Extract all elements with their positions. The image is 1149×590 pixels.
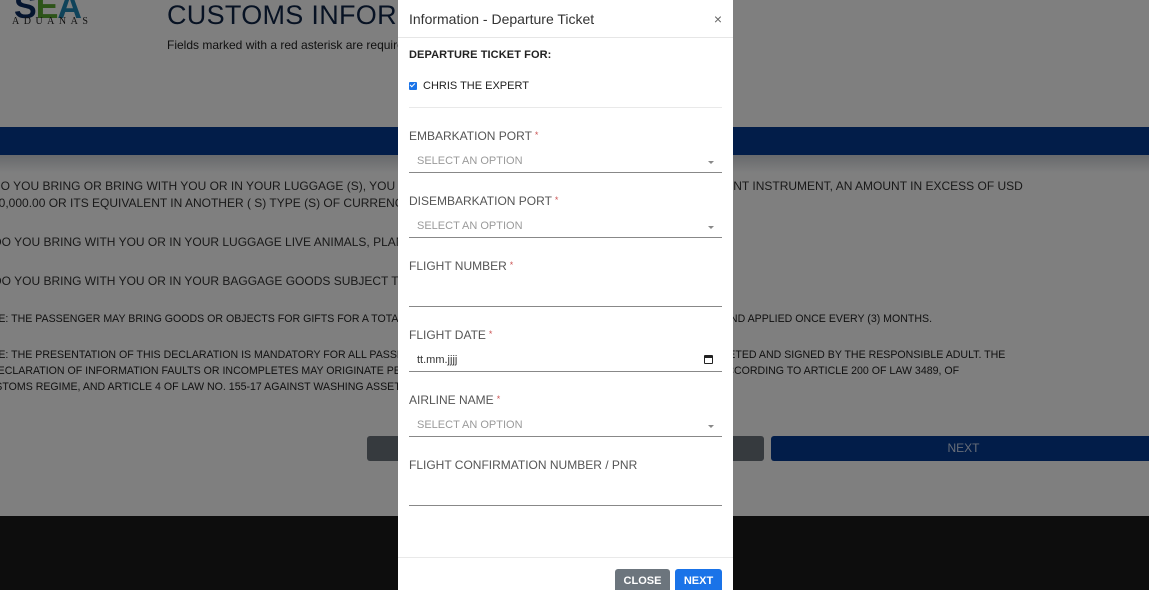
pnr-label: FLIGHT CONFIRMATION NUMBER / PNR <box>409 458 638 472</box>
disembarkation-port-label: DISEMBARKATION PORT <box>409 194 552 208</box>
close-button[interactable]: CLOSE <box>615 569 670 590</box>
embarkation-port-select[interactable]: SELECT AN OPTION <box>409 151 722 173</box>
flight-date-label: FLIGHT DATE <box>409 328 486 342</box>
required-asterisk: * <box>554 195 559 205</box>
required-asterisk: * <box>509 260 514 270</box>
flight-number-label: FLIGHT NUMBER <box>409 259 507 273</box>
divider <box>409 107 722 108</box>
flight-number-input[interactable] <box>409 281 722 307</box>
flight-date-field: FLIGHT DATE * tt.mm.jjjj <box>409 328 722 372</box>
flight-number-field: FLIGHT NUMBER * <box>409 259 722 307</box>
departure-ticket-modal: Information - Departure Ticket × DEPARTU… <box>398 0 733 590</box>
flight-date-input[interactable]: tt.mm.jjjj <box>409 350 722 372</box>
disembarkation-port-select[interactable]: SELECT AN OPTION <box>409 216 722 238</box>
chevron-down-icon <box>708 161 714 164</box>
section-title: DEPARTURE TICKET FOR: <box>409 49 552 61</box>
airline-name-field: AIRLINE NAME * SELECT AN OPTION <box>409 393 722 437</box>
pnr-input[interactable] <box>409 480 722 506</box>
embarkation-port-label: EMBARKATION PORT <box>409 129 532 143</box>
required-asterisk: * <box>496 394 501 404</box>
modal-title: Information - Departure Ticket <box>409 10 595 27</box>
required-asterisk: * <box>488 329 493 339</box>
passenger-checkbox[interactable] <box>409 82 417 90</box>
modal-header: Information - Departure Ticket × <box>398 0 733 38</box>
passenger-checkbox-row[interactable]: CHRIS THE EXPERT <box>409 80 722 92</box>
disembarkation-port-field: DISEMBARKATION PORT * SELECT AN OPTION <box>409 194 722 238</box>
pnr-field: FLIGHT CONFIRMATION NUMBER / PNR <box>409 458 722 506</box>
passenger-name: CHRIS THE EXPERT <box>423 80 529 92</box>
close-icon[interactable]: × <box>714 11 722 27</box>
airline-name-select[interactable]: SELECT AN OPTION <box>409 415 722 437</box>
chevron-down-icon <box>708 425 714 428</box>
embarkation-port-field: EMBARKATION PORT * SELECT AN OPTION <box>409 129 722 173</box>
calendar-icon[interactable] <box>704 355 713 364</box>
required-asterisk: * <box>534 130 539 140</box>
next-button[interactable]: NEXT <box>675 569 722 590</box>
chevron-down-icon <box>708 226 714 229</box>
airline-name-label: AIRLINE NAME <box>409 393 494 407</box>
modal-footer: CLOSE NEXT <box>398 557 733 590</box>
